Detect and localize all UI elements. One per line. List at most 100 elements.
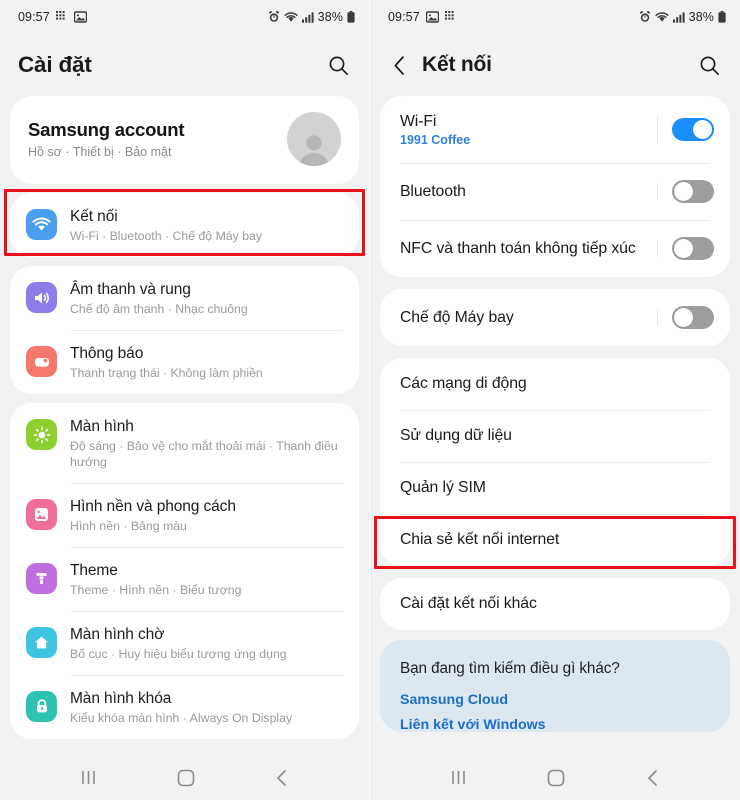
row-airplane-mode[interactable]: Chế độ Máy bay: [380, 289, 730, 346]
looking-for-something-else-card: Bạn đang tìm kiếm điều gì khác? Samsung …: [380, 640, 730, 732]
battery-icon: [718, 11, 726, 23]
home-icon: [26, 627, 57, 658]
signal-icon: [672, 11, 685, 23]
notification-icon: [26, 346, 57, 377]
item-subtitle: Thanh trạng thái · Không làm phiền: [70, 366, 263, 380]
sidebar-item-display[interactable]: Màn hình Độ sáng · Bảo vệ cho mắt thoải …: [10, 403, 359, 483]
search-icon[interactable]: [325, 52, 351, 78]
status-bar-right-icons: 38%: [268, 10, 355, 24]
network-links-card: Các mạng di động Sử dụng dữ liệu Quản lý…: [380, 358, 730, 566]
connections-list: Wi-Fi 1991 Coffee Bluetooth NFC và thanh: [370, 96, 740, 732]
row-title: Wi-Fi: [400, 113, 437, 130]
row-data-usage[interactable]: Sử dụng dữ liệu: [380, 410, 730, 462]
row-other-connection-settings[interactable]: Cài đặt kết nối khác: [380, 578, 730, 630]
item-title: Hình nền và phong cách: [70, 498, 236, 515]
tips-link-link-to-windows[interactable]: Liên kết với Windows: [400, 717, 710, 732]
item-title: Màn hình chờ: [70, 626, 165, 643]
samsung-account-text: Samsung account Hồ sơ · Thiết bị · Bảo m…: [28, 119, 287, 159]
sidebar-item-notifications[interactable]: Thông báo Thanh trạng thái · Không làm p…: [10, 330, 359, 394]
battery-icon: [347, 11, 355, 23]
toggle-knob: [674, 239, 693, 258]
nfc-text: NFC và thanh toán không tiếp xúc: [400, 239, 657, 259]
item-subtitle: Bố cục · Huy hiệu biểu tượng ứng dụng: [70, 647, 287, 661]
tips-link-samsung-cloud[interactable]: Samsung Cloud: [400, 692, 710, 708]
wifi-network-name: 1991 Coffee: [400, 133, 471, 147]
airplane-text: Chế độ Máy bay: [400, 308, 657, 328]
sidebar-item-home-screen[interactable]: Màn hình chờ Bố cục · Huy hiệu biểu tượn…: [10, 611, 359, 675]
other-connection-settings-card: Cài đặt kết nối khác: [380, 578, 730, 630]
samsung-account-card[interactable]: Samsung account Hồ sơ · Thiết bị · Bảo m…: [10, 96, 359, 184]
row-nfc[interactable]: NFC và thanh toán không tiếp xúc: [380, 220, 730, 277]
lock-screen-text: Màn hình khóa Kiểu khóa màn hình · Alway…: [70, 688, 341, 726]
row-wifi[interactable]: Wi-Fi 1991 Coffee: [380, 96, 730, 163]
wifi-text: Wi-Fi 1991 Coffee: [400, 112, 657, 147]
row-bluetooth[interactable]: Bluetooth: [380, 163, 730, 220]
item-subtitle: Kiểu khóa màn hình · Always On Display: [70, 711, 293, 725]
airplane-toggle[interactable]: [672, 306, 714, 329]
wifi-toggle[interactable]: [672, 118, 714, 141]
alarm-icon: [639, 11, 651, 23]
sidebar-item-lock-screen[interactable]: Màn hình khóa Kiểu khóa màn hình · Alway…: [10, 675, 359, 739]
home-square-icon[interactable]: [547, 769, 565, 787]
brightness-icon: [26, 419, 57, 450]
alarm-icon: [268, 11, 280, 23]
samsung-account-subtitle: Hồ sơ · Thiết bị · Bảo mật: [28, 145, 172, 159]
avatar[interactable]: [287, 112, 341, 166]
item-subtitle: Chế độ âm thanh · Nhạc chuông: [70, 302, 248, 316]
samsung-account-title: Samsung account: [28, 119, 185, 140]
row-mobile-hotspot-tethering[interactable]: Chia sẻ kết nối internet: [380, 514, 730, 566]
bluetooth-text: Bluetooth: [400, 182, 657, 202]
sidebar-item-theme[interactable]: Theme Theme · Hình nền · Biểu tượng: [10, 547, 359, 611]
network-links-wrap: Các mạng di động Sử dụng dữ liệu Quản lý…: [370, 358, 740, 569]
lock-icon: [26, 691, 57, 722]
signal-icon: [301, 11, 314, 23]
notifications-text: Thông báo Thanh trạng thái · Không làm p…: [70, 343, 341, 381]
row-sim-manager[interactable]: Quản lý SIM: [380, 462, 730, 514]
home-square-icon[interactable]: [177, 769, 195, 787]
wallpaper-icon: [26, 499, 57, 530]
connections-text: Kết nối Wi-Fi · Bluetooth · Chế độ Máy b…: [70, 206, 341, 244]
nav-bar-right: [370, 755, 740, 800]
wifi-icon: [655, 11, 669, 23]
sidebar-item-sound[interactable]: Âm thanh và rung Chế độ âm thanh · Nhạc …: [10, 266, 359, 330]
recents-icon[interactable]: [80, 770, 97, 785]
status-bar-left-icons: 09:57: [388, 10, 457, 24]
connections-card[interactable]: Kết nối Wi-Fi · Bluetooth · Chế độ Máy b…: [10, 193, 359, 257]
bluetooth-toggle[interactable]: [672, 180, 714, 203]
wifi-icon: [284, 11, 298, 23]
right-phone-screen: 09:57 38% Kết nối Wi-Fi 1991 Coffee Blue…: [370, 0, 740, 800]
recents-icon[interactable]: [450, 770, 467, 785]
item-title: Theme: [70, 562, 118, 579]
search-icon[interactable]: [696, 52, 722, 78]
theme-text: Theme Theme · Hình nền · Biểu tượng: [70, 560, 341, 598]
nfc-toggle[interactable]: [672, 237, 714, 260]
item-subtitle: Wi-Fi · Bluetooth · Chế độ Máy bay: [70, 229, 263, 243]
row-title: NFC và thanh toán không tiếp xúc: [400, 239, 636, 257]
brush-icon: [26, 563, 57, 594]
sound-text: Âm thanh và rung Chế độ âm thanh · Nhạc …: [70, 279, 341, 317]
item-title: Màn hình: [70, 418, 134, 435]
item-title: Màn hình khóa: [70, 690, 172, 707]
chevron-left-icon[interactable]: [388, 52, 410, 78]
back-chevron-icon[interactable]: [646, 769, 660, 787]
back-chevron-icon[interactable]: [275, 769, 289, 787]
app-grid-icon: [55, 11, 68, 23]
item-subtitle: Hình nền · Bảng màu: [70, 519, 187, 533]
tips-question: Bạn đang tìm kiếm điều gì khác?: [400, 660, 620, 677]
home-screen-text: Màn hình chờ Bố cục · Huy hiệu biểu tượn…: [70, 624, 341, 662]
sidebar-item-wallpaper[interactable]: Hình nền và phong cách Hình nền · Bảng m…: [10, 483, 359, 547]
sidebar-item-connections[interactable]: Kết nối Wi-Fi · Bluetooth · Chế độ Máy b…: [10, 193, 359, 257]
battery-percent: 38%: [688, 10, 714, 24]
row-title: Chế độ Máy bay: [400, 308, 514, 326]
toggle-knob: [674, 308, 693, 327]
status-time: 09:57: [388, 10, 420, 24]
image-icon: [425, 11, 439, 23]
samsung-account-row[interactable]: Samsung account Hồ sơ · Thiết bị · Bảo m…: [10, 96, 359, 184]
toggle-knob: [674, 182, 693, 201]
item-subtitle: Độ sáng · Bảo vệ cho mắt thoải mái · Tha…: [70, 439, 338, 469]
row-mobile-networks[interactable]: Các mạng di động: [380, 358, 730, 410]
status-bar-right-icons: 38%: [639, 10, 726, 24]
item-subtitle: Theme · Hình nền · Biểu tượng: [70, 583, 242, 597]
divider: [657, 309, 658, 326]
status-bar-right: 09:57 38%: [370, 0, 740, 34]
